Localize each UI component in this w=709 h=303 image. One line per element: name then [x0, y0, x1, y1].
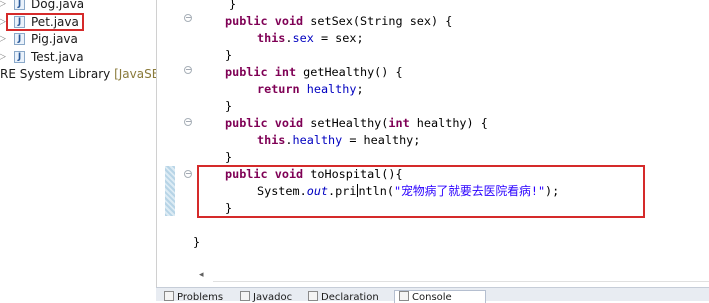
tree-item-label: Test.java	[31, 50, 84, 64]
tohospital-highlight-box	[197, 165, 645, 218]
code-text: }	[225, 48, 233, 62]
bottom-view-tabs: Problems Javadoc Declaration Console	[156, 287, 709, 303]
code-editor[interactable]: − − − − } public void setSex(String sex)…	[161, 0, 709, 290]
fold-toggle-icon[interactable]: −	[184, 170, 192, 178]
expand-icon[interactable]: ▷	[0, 0, 7, 13]
package-explorer: ▷ J Dog.java ▷ J Pet.java ▷ J Pig.java ▷…	[0, 0, 156, 301]
code-line: }	[193, 234, 200, 251]
tree-item-dog-java[interactable]: ▷ J Dog.java	[0, 0, 156, 13]
code-line: }	[229, 0, 236, 13]
problems-icon	[164, 291, 174, 301]
code-line: }	[225, 47, 232, 64]
tab-console[interactable]: Console	[394, 290, 486, 303]
library-version: [JavaSE-1.6	[114, 67, 156, 81]
console-icon	[399, 291, 409, 301]
code-text: this.sex = sex;	[257, 31, 364, 45]
code-line: this.sex = sex;	[257, 30, 364, 47]
code-line: public int getHealthy() {	[225, 64, 403, 81]
code-line: return healthy;	[257, 81, 364, 98]
code-text: }	[193, 235, 201, 249]
code-line: }	[225, 149, 232, 166]
scrollbar-track[interactable]	[213, 281, 709, 282]
code-text: public void setHealthy(int healthy) {	[225, 116, 488, 130]
tab-label: Declaration	[321, 292, 379, 303]
change-marker	[165, 166, 175, 216]
tree-item-test-java[interactable]: ▷ J Test.java	[0, 48, 156, 66]
tree-item-label: Pig.java	[31, 32, 78, 46]
expand-icon[interactable]: ▷	[0, 30, 7, 48]
code-text: }	[225, 99, 233, 113]
pet-java-highlight-box	[6, 13, 84, 31]
library-label: RE System Library	[0, 67, 115, 81]
code-text: return healthy;	[257, 82, 364, 96]
scroll-left-arrow-icon[interactable]: ◂	[199, 270, 209, 280]
explorer-divider	[156, 0, 157, 301]
code-text: public int getHealthy() {	[225, 65, 403, 79]
tree-item-label: Dog.java	[31, 0, 85, 11]
java-file-icon: J	[14, 33, 25, 45]
tab-problems[interactable]: Problems	[164, 291, 234, 303]
tab-label: Problems	[177, 292, 224, 303]
editor-gutter	[161, 0, 175, 290]
code-line: }	[225, 98, 232, 115]
java-file-icon: J	[14, 0, 25, 10]
fold-toggle-icon[interactable]: −	[184, 118, 192, 126]
tab-label: Console	[412, 292, 452, 303]
horizontal-scrollbar[interactable]: ◂	[199, 267, 709, 283]
code-text: }	[225, 150, 233, 164]
declaration-icon	[308, 291, 318, 301]
tab-declaration[interactable]: Declaration	[308, 291, 388, 303]
code-line: public void setHealthy(int healthy) {	[225, 115, 488, 132]
tab-javadoc[interactable]: Javadoc	[240, 291, 302, 303]
javadoc-icon	[240, 291, 250, 301]
code-line: public void setSex(String sex) {	[225, 13, 452, 30]
fold-toggle-icon[interactable]: −	[184, 14, 192, 22]
library-label-wrap: RE System Library [JavaSE-1.6	[0, 65, 156, 83]
java-file-icon: J	[14, 51, 25, 63]
code-text: public void setSex(String sex) {	[225, 14, 453, 28]
fold-toggle-icon[interactable]: −	[184, 66, 192, 74]
tree-item-jre-library[interactable]: RE System Library [JavaSE-1.6	[0, 65, 156, 83]
expand-icon[interactable]: ▷	[0, 48, 7, 66]
code-text: }	[229, 0, 237, 11]
code-line: this.healthy = healthy;	[257, 132, 420, 149]
code-text: this.healthy = healthy;	[257, 133, 421, 147]
tab-label: Javadoc	[253, 292, 293, 303]
tree-item-pig-java[interactable]: ▷ J Pig.java	[0, 30, 156, 48]
